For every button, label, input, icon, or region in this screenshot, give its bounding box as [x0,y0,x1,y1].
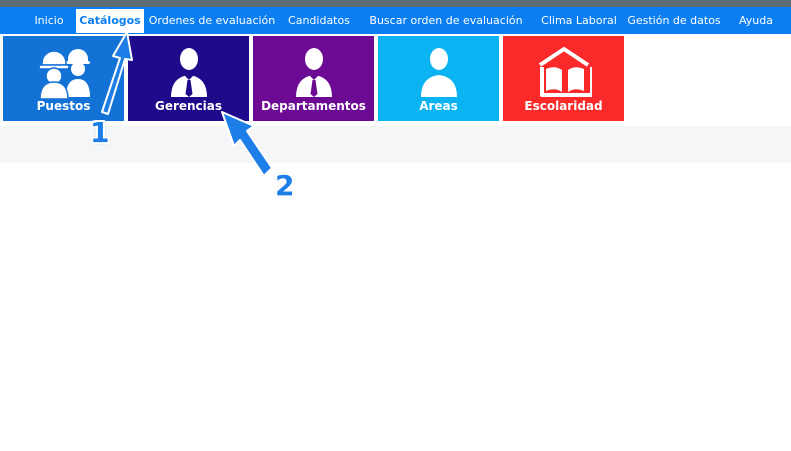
annotation-label-1: 1 [90,116,110,149]
annotation-arrows [101,31,273,177]
arrow-1-icon [101,31,133,115]
annotation-label-2: 2 [275,169,295,202]
arrow-2-icon [221,111,273,177]
